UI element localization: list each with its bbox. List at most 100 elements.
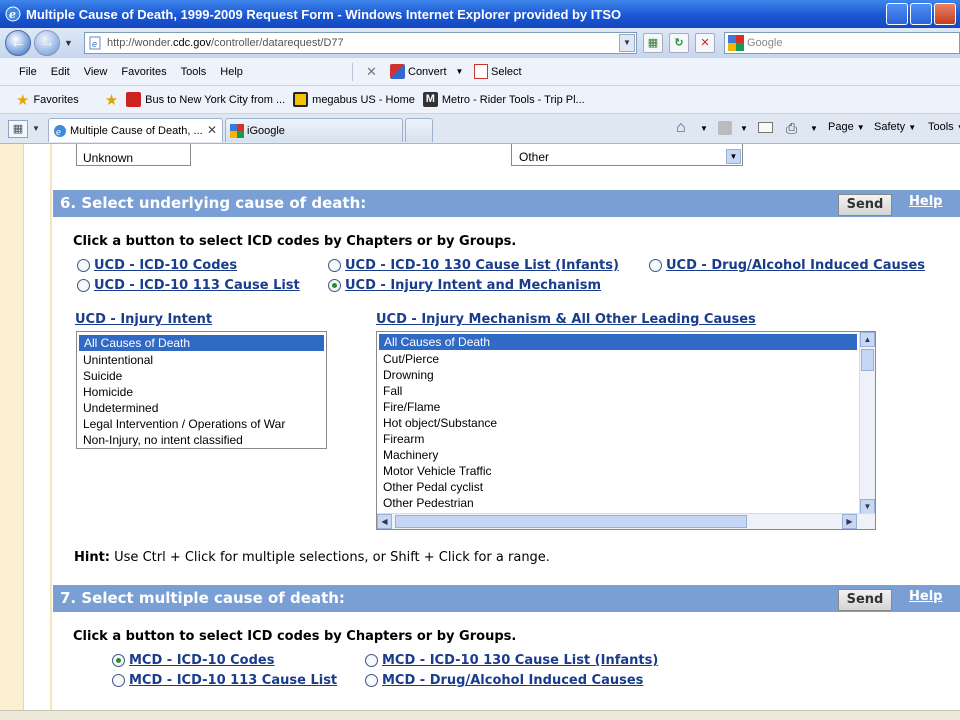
radio-label[interactable]: UCD - ICD-10 Codes <box>94 258 237 273</box>
favorite-link-metro[interactable]: M Metro - Rider Tools - Trip Pl... <box>422 92 585 107</box>
close-button[interactable] <box>934 3 956 25</box>
radio-button[interactable] <box>365 654 378 667</box>
send-button[interactable]: Send <box>838 194 892 216</box>
radio-button[interactable] <box>112 674 125 687</box>
scroll-up-button[interactable]: ▲ <box>860 332 875 347</box>
close-tab-icon[interactable]: ✕ <box>207 123 217 137</box>
menu-tools[interactable]: Tools <box>174 66 214 78</box>
radio-button[interactable] <box>365 674 378 687</box>
address-bar[interactable]: e http://wonder. cdc.gov/controller/datar… <box>84 32 637 54</box>
scroll-down-button[interactable]: ▼ <box>860 499 875 514</box>
chevron-down-icon[interactable]: ▼ <box>740 124 748 133</box>
favorite-link-bus[interactable]: Bus to New York City from ... <box>126 92 285 107</box>
list-option[interactable]: Firearm <box>377 431 859 447</box>
close-toolbar-icon[interactable]: ✕ <box>366 64 377 80</box>
previous-section-select[interactable]: Other ▼ <box>511 144 743 166</box>
radio-button[interactable] <box>77 259 90 272</box>
add-to-favorites-icon[interactable]: ★ <box>105 91 118 109</box>
list-option[interactable]: All Causes of Death <box>379 334 857 350</box>
list-option[interactable]: Suicide <box>77 368 326 384</box>
menu-help[interactable]: Help <box>213 66 250 78</box>
list-option[interactable]: Fire/Flame <box>377 399 859 415</box>
stop-icon[interactable]: ✕ <box>695 33 715 53</box>
favorite-link-megabus[interactable]: megabus US - Home <box>293 92 415 107</box>
list-option[interactable]: All Causes of Death <box>79 335 324 351</box>
menu-edit[interactable]: Edit <box>44 66 77 78</box>
list-option[interactable]: Non-Injury, no intent classified <box>77 432 326 448</box>
feeds-icon[interactable] <box>718 121 732 135</box>
favorites-button[interactable]: ★ Favorites <box>16 91 79 109</box>
list-option[interactable]: Other Pedal cyclist <box>377 479 859 495</box>
send-button[interactable]: Send <box>838 589 892 611</box>
radio-mcd-icd10-codes[interactable]: MCD - ICD-10 Codes <box>112 653 274 668</box>
previous-section-listbox[interactable]: Unknown <box>76 144 191 166</box>
list-option[interactable]: Hot object/Substance <box>377 415 859 431</box>
radio-label[interactable]: MCD - ICD-10 130 Cause List (Infants) <box>382 653 658 668</box>
radio-ucd-drug-alcohol[interactable]: UCD - Drug/Alcohol Induced Causes <box>649 258 925 273</box>
scroll-left-button[interactable]: ◀ <box>377 514 392 529</box>
maximize-button[interactable] <box>910 3 932 25</box>
chevron-down-icon[interactable]: ▼ <box>726 149 741 164</box>
menu-favorites[interactable]: Favorites <box>114 66 173 78</box>
radio-mcd-113-cause-list[interactable]: MCD - ICD-10 113 Cause List <box>112 673 337 688</box>
history-dropdown-icon[interactable]: ▼ <box>64 38 73 48</box>
radio-button[interactable] <box>77 279 90 292</box>
radio-label[interactable]: MCD - ICD-10 113 Cause List <box>129 673 337 688</box>
scroll-thumb[interactable] <box>861 349 874 371</box>
injury-mechanism-listbox[interactable]: All Causes of Death Cut/Pierce Drowning Fal… <box>376 331 876 530</box>
menu-file[interactable]: File <box>12 66 44 78</box>
select-button[interactable]: Select <box>474 64 522 79</box>
vertical-scrollbar[interactable]: ▲ ▼ <box>859 332 875 514</box>
horizontal-scrollbar[interactable]: ◀ ▶ <box>377 513 875 529</box>
radio-ucd-injury-intent-mechanism[interactable]: UCD - Injury Intent and Mechanism <box>328 278 601 293</box>
radio-button[interactable] <box>649 259 662 272</box>
print-icon[interactable]: ⎙ <box>786 120 797 137</box>
help-link[interactable]: Help <box>909 589 942 604</box>
address-dropdown-button[interactable]: ▼ <box>619 34 635 52</box>
quick-tabs-icon[interactable]: ▦ <box>8 120 28 138</box>
injury-intent-listbox[interactable]: All Causes of Death Unintentional Suicide H… <box>76 331 327 449</box>
radio-mcd-130-cause-list[interactable]: MCD - ICD-10 130 Cause List (Infants) <box>365 653 658 668</box>
chevron-down-icon[interactable]: ▼ <box>700 124 708 133</box>
new-tab-button[interactable] <box>405 118 433 142</box>
radio-label[interactable]: UCD - ICD-10 113 Cause List <box>94 278 300 293</box>
radio-label[interactable]: UCD - Injury Intent and Mechanism <box>345 278 601 293</box>
page-menu[interactable]: Page ▼ <box>828 121 865 133</box>
radio-label[interactable]: UCD - Drug/Alcohol Induced Causes <box>666 258 925 273</box>
tab-multiple-cause[interactable]: e Multiple Cause of Death, ... ✕ <box>48 118 223 142</box>
list-option[interactable]: Unintentional <box>77 352 326 368</box>
tab-igoogle[interactable]: iGoogle <box>225 118 403 142</box>
scroll-thumb[interactable] <box>395 515 747 528</box>
radio-button[interactable] <box>328 259 341 272</box>
list-option[interactable]: Motor Vehicle Traffic <box>377 463 859 479</box>
radio-label[interactable]: MCD - Drug/Alcohol Induced Causes <box>382 673 643 688</box>
list-option[interactable]: Cut/Pierce <box>377 351 859 367</box>
mail-icon[interactable] <box>758 122 773 133</box>
list-option[interactable]: Drowning <box>377 367 859 383</box>
tools-menu[interactable]: Tools▼ <box>928 121 960 133</box>
radio-button-selected[interactable] <box>112 654 125 667</box>
menu-view[interactable]: View <box>77 66 115 78</box>
list-option[interactable]: Undetermined <box>77 400 326 416</box>
home-icon[interactable]: ⌂ <box>676 119 686 137</box>
scroll-right-button[interactable]: ▶ <box>842 514 857 529</box>
list-item[interactable]: Unknown <box>77 150 190 165</box>
tab-list-dropdown-icon[interactable]: ▼ <box>32 124 40 133</box>
search-input[interactable]: Google <box>724 32 960 54</box>
refresh-icon[interactable]: ↻ <box>669 33 689 53</box>
list-option[interactable]: Fall <box>377 383 859 399</box>
chevron-down-icon[interactable]: ▼ <box>810 124 818 133</box>
list-option[interactable]: Legal Intervention / Operations of War <box>77 416 326 432</box>
radio-mcd-drug-alcohol[interactable]: MCD - Drug/Alcohol Induced Causes <box>365 673 643 688</box>
list-option[interactable]: Other Pedestrian <box>377 495 859 511</box>
back-button[interactable]: ← <box>5 30 31 56</box>
list-option[interactable]: Machinery <box>377 447 859 463</box>
radio-label[interactable]: UCD - ICD-10 130 Cause List (Infants) <box>345 258 619 273</box>
help-link[interactable]: Help <box>909 194 942 209</box>
radio-ucd-icd10-codes[interactable]: UCD - ICD-10 Codes <box>77 258 237 273</box>
radio-ucd-130-cause-list[interactable]: UCD - ICD-10 130 Cause List (Infants) <box>328 258 619 273</box>
convert-button[interactable]: Convert ▼ <box>390 64 463 79</box>
forward-button[interactable]: → <box>34 30 60 56</box>
list-option[interactable]: Homicide <box>77 384 326 400</box>
compatibility-view-icon[interactable]: ▦ <box>643 33 663 53</box>
